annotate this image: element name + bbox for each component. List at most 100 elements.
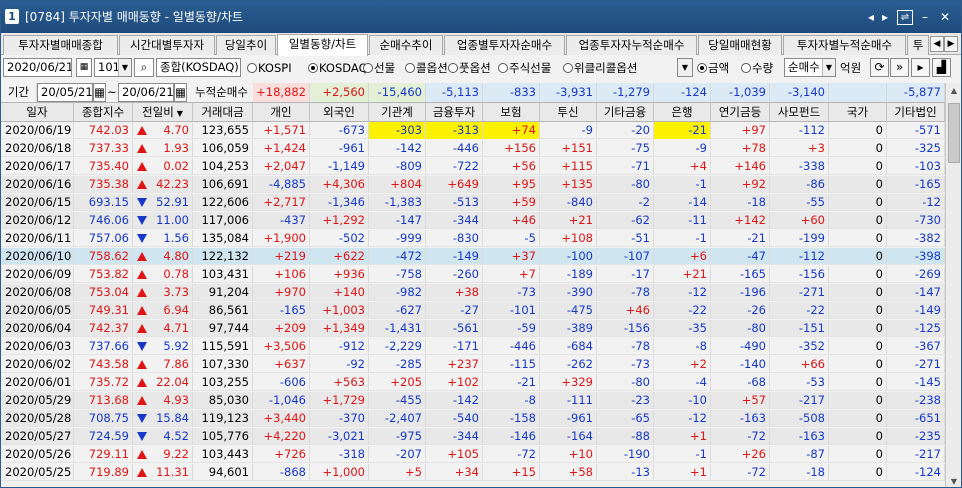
market-name-field[interactable]: 종합(KOSDAQ) [156,58,241,77]
table-body[interactable]: 2020/06/19 742.03 4.70 123,655 +1,571 -673 -30… [1,122,945,487]
radio-2[interactable]: KOSDAQ [308,59,368,77]
date-field[interactable]: 2020/06/21 [3,58,72,77]
radio-5[interactable]: 풋옵션 [448,59,491,77]
table-cell: -103 [887,158,945,175]
radio-4[interactable]: 콜옵션 [405,59,448,77]
change-value: 3.73 [163,285,189,299]
table-cell: +205 [369,374,426,391]
table-row[interactable]: 2020/06/10 758.62 4.80 122,132 +219 +622 -472-… [1,248,945,265]
next-icon[interactable]: ▸ [911,58,930,77]
trade-type-select[interactable]: 순매수 ▼ [784,58,836,77]
radio-1[interactable]: KOSPI [247,59,292,77]
period-to-field[interactable]: 20/06/21 [118,83,174,102]
unit-radio-1[interactable]: 금액 [697,59,729,77]
tab-3[interactable]: 당일추이 [216,35,276,55]
table-cell: -101 [483,302,540,319]
table-cell: -164 [540,428,597,445]
table-row[interactable]: 2020/05/27 724.59 4.52 105,776 +4,220 -3,021-… [1,428,945,445]
table-row[interactable]: 2020/06/12 746.06 11.00 117,006 -437 +1,292 -1… [1,212,945,229]
tab-8[interactable]: 당일매매현황 [698,35,782,55]
period-from-field[interactable]: 20/05/21 [37,83,93,102]
column-header[interactable]: 보험 [483,103,540,122]
table-cell: +95 [483,176,540,193]
column-header[interactable]: 연기금등 [711,103,770,122]
triangle-up-icon [137,126,147,135]
column-header[interactable]: 금융투자 [426,103,483,122]
scroll-thumb[interactable] [948,103,960,163]
link-icon[interactable]: ⇌ [897,10,913,25]
column-header[interactable]: 일자 [1,103,74,122]
table-row[interactable]: 2020/05/26 729.11 9.22 103,443 +726 -318 -207 +… [1,446,945,463]
title-bar[interactable]: 1 [0784] 투자자별 매매동향 - 일별동향/차트 ◂ ▸ ⇌ – ✕ [1,1,961,33]
table-row[interactable]: 2020/06/05 749.31 6.94 86,561 -165 +1,003 -627… [1,302,945,319]
table-cell: +106 [253,266,310,283]
column-header[interactable]: 사모펀드 [770,103,829,122]
table-row[interactable]: 2020/06/04 742.37 4.71 97,744 +209 +1,349 -1,4… [1,320,945,337]
radio-3[interactable]: 선물 [363,59,395,77]
fast-forward-icon[interactable]: » [890,58,909,77]
table-cell: 0 [829,158,887,175]
refresh-icon[interactable]: ⟳ [870,58,889,77]
tab-7[interactable]: 업종투자자누적순매수 [566,35,697,55]
table-row[interactable]: 2020/05/29 713.68 4.93 85,030 -1,046 +1,729 -4… [1,392,945,409]
table-row[interactable]: 2020/06/09 753.82 0.78 103,431 +106 +936 -758-… [1,266,945,283]
change-cell: 5.92 [133,338,193,355]
arrow-right-icon[interactable]: ▸ [877,10,893,25]
tab-scroll-left-icon[interactable]: ◀ [930,36,944,52]
table-cell: -398 [887,248,945,265]
tab-1[interactable]: 투자자별매매종합 [3,35,118,55]
radio-dot-icon [448,63,458,73]
tab-2[interactable]: 시간대별투자자 [119,35,215,55]
column-header[interactable]: 기타법인 [887,103,945,122]
column-header[interactable]: 기타금융 [597,103,654,122]
column-header[interactable]: 개인 [253,103,310,122]
column-header[interactable]: 은행 [654,103,711,122]
tab-6[interactable]: 업종별투자자순매수 [444,35,565,55]
table-row[interactable]: 2020/06/15 693.15 52.91 122,606 +2,717 -1,346… [1,194,945,211]
column-header[interactable]: 외국인 [310,103,369,122]
table-row[interactable]: 2020/05/28 708.75 15.84 119,123 +3,440 -370 -2… [1,410,945,427]
column-header[interactable]: 투신 [540,103,597,122]
tab-5[interactable]: 순매수추이 [369,35,443,55]
search-icon[interactable]: ⌕ [134,58,154,77]
close-icon[interactable]: ✕ [937,10,953,25]
table-cell: +649 [426,176,483,193]
table-row[interactable]: 2020/06/19 742.03 4.70 123,655 +1,571 -673 -30… [1,122,945,139]
tab-scroll-right-icon[interactable]: ▶ [944,36,958,52]
table-row[interactable]: 2020/06/03 737.66 5.92 115,591 +3,506 -912 -2,… [1,338,945,355]
table-row[interactable]: 2020/06/17 735.40 0.02 104,253 +2,047 -1,149-… [1,158,945,175]
table-row[interactable]: 2020/06/16 735.38 42.23 106,691 -4,885 +4,306… [1,176,945,193]
column-header[interactable]: 전일비 ▼ [133,103,193,122]
unit-radio-2[interactable]: 수량 [741,59,773,77]
vertical-scrollbar[interactable]: ▲ ▼ [945,83,961,487]
radio-7[interactable]: 위클리콜옵션 [563,59,637,77]
calendar-icon[interactable]: ▦ [76,58,92,77]
calendar-icon[interactable]: ▦ [174,83,187,102]
column-header[interactable]: 종합지수 [74,103,133,122]
table-row[interactable]: 2020/06/02 743.58 7.86 107,330 +637 -92 -285 +2… [1,356,945,373]
table-cell: -262 [540,356,597,373]
chart-icon[interactable]: ▟ [932,58,951,77]
sort-down-icon[interactable]: ▼ [177,109,183,118]
column-header[interactable]: 기관계 [369,103,426,122]
table-cell: -571 [887,122,945,139]
change-cell: 15.84 [133,410,193,427]
table-row[interactable]: 2020/06/01 735.72 22.04 103,255 -606 +563 +205… [1,374,945,391]
market-dropdown[interactable]: ▼ [677,58,693,77]
column-header[interactable]: 거래대금 [193,103,253,122]
table-row[interactable]: 2020/06/08 753.04 3.73 91,204 +970 +140 -982 +3… [1,284,945,301]
code-select[interactable]: 101 ▼ [94,58,132,77]
table-cell: -338 [770,158,829,175]
tab-9[interactable]: 투자자별누적순매수 [783,35,906,55]
tab-10[interactable]: 투 [907,35,929,55]
minimize-icon[interactable]: – [917,10,933,25]
table-row[interactable]: 2020/06/18 737.33 1.93 106,059 +1,424 -961 -14… [1,140,945,157]
scroll-up-icon[interactable]: ▲ [947,83,961,98]
tab-4[interactable]: 일별동향/차트 [277,34,368,56]
scroll-down-icon[interactable]: ▼ [947,474,961,487]
column-header[interactable]: 국가 [829,103,887,122]
table-row[interactable]: 2020/05/25 719.89 11.31 94,601 -868 +1,000 +5 +… [1,464,945,481]
table-row[interactable]: 2020/06/11 757.06 1.56 135,084 +1,900 -502 -99… [1,230,945,247]
calendar-icon[interactable]: ▦ [93,83,106,102]
radio-6[interactable]: 주식선물 [498,59,551,77]
